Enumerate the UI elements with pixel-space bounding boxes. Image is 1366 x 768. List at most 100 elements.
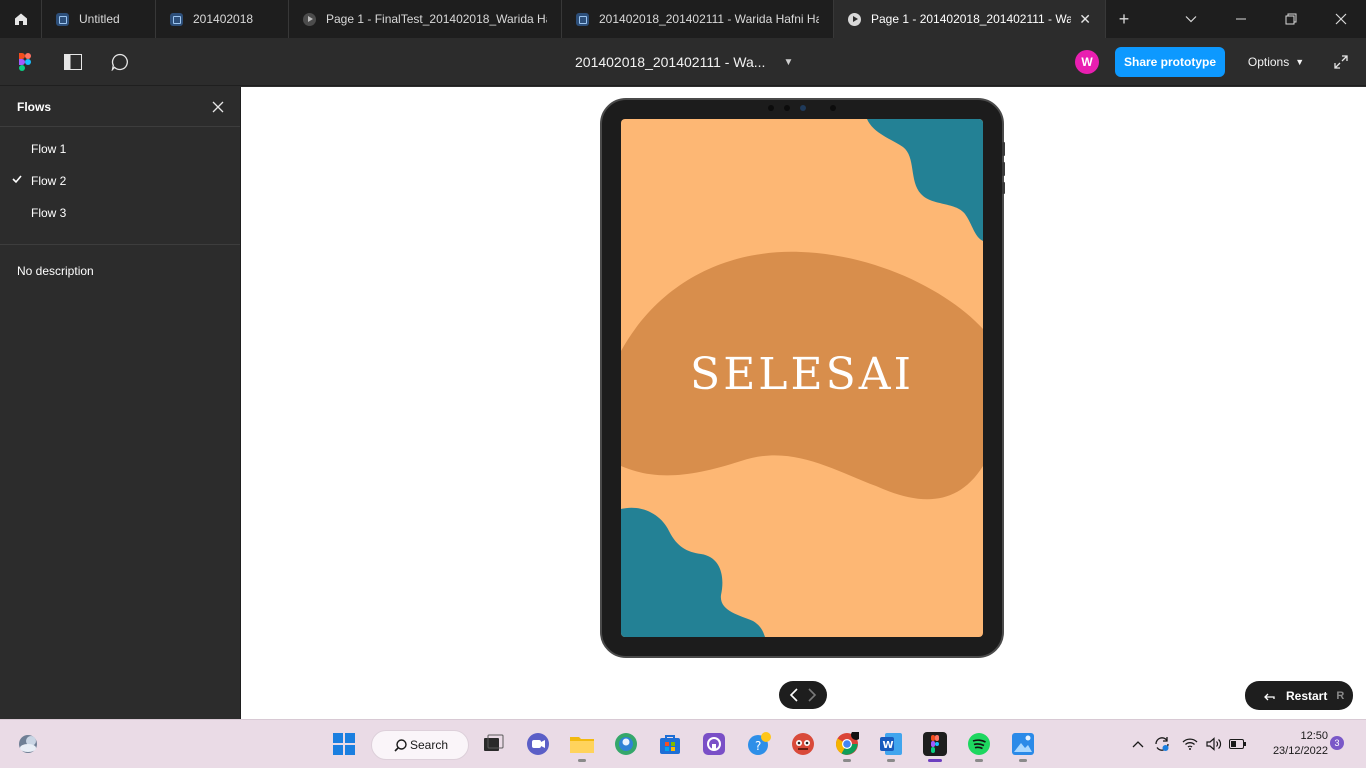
volume-button[interactable] bbox=[1204, 731, 1224, 757]
clock-date: 23/12/2022 bbox=[1272, 745, 1328, 757]
search-label: Search bbox=[410, 738, 449, 752]
options-menu-button[interactable]: Options ▼ bbox=[1240, 38, 1312, 86]
battery-button[interactable] bbox=[1228, 731, 1248, 757]
restart-arrow-icon bbox=[1264, 693, 1275, 700]
share-prototype-label: Share prototype bbox=[1115, 47, 1225, 77]
task-view-icon bbox=[484, 734, 504, 751]
sync-icon bbox=[1155, 737, 1169, 751]
network-button[interactable] bbox=[1180, 731, 1200, 757]
tab-active-prototype[interactable]: Page 1 - 201402018_201402111 - Warid ✕ bbox=[834, 0, 1106, 38]
windows-taskbar: Search ? W 12:50 23/12/2022 3 bbox=[0, 719, 1366, 768]
check-icon bbox=[12, 175, 22, 184]
edge-button[interactable] bbox=[613, 731, 639, 757]
teal-bottom-wave bbox=[621, 507, 765, 637]
tab-label: 201402018 bbox=[193, 12, 254, 26]
tab-label: Page 1 - 201402018_201402111 - Warid bbox=[871, 12, 1072, 26]
comments-button[interactable] bbox=[105, 38, 135, 86]
prototype-toolbar: 201402018_201402111 - Wa... ▼ W Share pr… bbox=[0, 38, 1366, 86]
store-icon bbox=[660, 735, 680, 754]
tab-menu-button[interactable] bbox=[1166, 0, 1216, 38]
chrome-button[interactable] bbox=[834, 731, 860, 762]
home-button[interactable] bbox=[0, 0, 42, 38]
flow-item-3[interactable]: Flow 3 bbox=[0, 197, 240, 229]
figma-menu-button[interactable] bbox=[10, 38, 40, 86]
document-title-menu[interactable]: 201402018_201402111 - Wa... ▼ bbox=[575, 38, 793, 86]
teal-top-wave bbox=[867, 119, 983, 241]
flows-panel-header: Flows bbox=[0, 87, 240, 127]
flow-label: Flow 3 bbox=[31, 206, 67, 220]
play-icon bbox=[303, 12, 316, 26]
teams-chat-button[interactable] bbox=[525, 731, 551, 757]
close-icon[interactable] bbox=[212, 101, 224, 113]
sidebar-icon bbox=[64, 54, 82, 70]
chevron-down-icon bbox=[1185, 16, 1197, 23]
flows-panel: Flows Flow 1 Flow 2 Flow 3 No descriptio… bbox=[0, 87, 241, 719]
volume-button bbox=[1002, 162, 1005, 176]
camera-lens bbox=[800, 105, 806, 111]
minimize-button[interactable] bbox=[1216, 0, 1266, 38]
notification-badge[interactable]: 3 bbox=[1330, 736, 1344, 750]
prototype-screen[interactable]: SELESAI bbox=[621, 119, 983, 637]
toggle-sidebar-button[interactable] bbox=[58, 38, 88, 86]
svg-text:?: ? bbox=[755, 739, 761, 753]
figma-button[interactable] bbox=[922, 731, 948, 762]
flow-list: Flow 1 Flow 2 Flow 3 bbox=[0, 127, 240, 245]
fullscreen-button[interactable] bbox=[1328, 38, 1354, 86]
windows-logo-icon bbox=[333, 733, 355, 755]
tab-label: 201402018_201402111 - Warida Hafni Har bbox=[599, 12, 819, 26]
tab-label: Untitled bbox=[79, 12, 120, 26]
flow-description: No description bbox=[17, 264, 94, 278]
show-hidden-icons-button[interactable] bbox=[1128, 731, 1148, 757]
active-indicator bbox=[928, 759, 942, 762]
game-app-button[interactable] bbox=[790, 731, 816, 757]
svg-text:W: W bbox=[883, 740, 894, 751]
file-explorer-button[interactable] bbox=[569, 731, 595, 762]
next-frame-icon[interactable] bbox=[807, 688, 817, 702]
figma-file-icon bbox=[56, 12, 69, 26]
photos-button[interactable] bbox=[1010, 731, 1036, 762]
tablet-frame: SELESAI bbox=[600, 98, 1005, 658]
close-tab-icon[interactable]: ✕ bbox=[1079, 11, 1091, 28]
battery-icon bbox=[1229, 739, 1246, 749]
share-prototype-button[interactable]: Share prototype bbox=[1115, 38, 1225, 86]
comment-icon bbox=[111, 53, 128, 71]
previous-frame-icon[interactable] bbox=[789, 688, 799, 702]
panel-title: Flows bbox=[17, 99, 52, 114]
word-icon: W bbox=[880, 733, 902, 755]
spotify-button[interactable] bbox=[966, 731, 992, 762]
user-avatar[interactable]: W bbox=[1075, 38, 1099, 86]
restore-button[interactable] bbox=[1266, 0, 1316, 38]
podcast-app-button[interactable] bbox=[701, 731, 727, 757]
widgets-button[interactable] bbox=[15, 731, 41, 757]
chevron-up-icon bbox=[1132, 741, 1144, 748]
new-tab-button[interactable]: + bbox=[1106, 0, 1142, 38]
document-title: 201402018_201402111 - Wa... bbox=[575, 54, 766, 70]
word-button[interactable]: W bbox=[878, 731, 904, 762]
flow-item-2[interactable]: Flow 2 bbox=[0, 165, 240, 197]
restart-button[interactable]: Restart R bbox=[1245, 681, 1353, 710]
system-clock[interactable]: 12:50 23/12/2022 bbox=[1258, 729, 1328, 759]
figma-logo-icon bbox=[19, 53, 31, 71]
tab-finaltest-prototype[interactable]: Page 1 - FinalTest_201402018_Warida Haf bbox=[289, 0, 562, 38]
screen-heading: SELESAI bbox=[690, 349, 914, 400]
play-icon bbox=[848, 12, 861, 26]
flow-item-1[interactable]: Flow 1 bbox=[0, 133, 240, 165]
podcast-icon bbox=[703, 733, 725, 755]
restart-shortcut: R bbox=[1336, 689, 1345, 702]
camera-dot bbox=[784, 105, 790, 111]
store-button[interactable] bbox=[657, 731, 683, 757]
tab-201402018[interactable]: 201402018 bbox=[156, 0, 289, 38]
task-view-button[interactable] bbox=[480, 731, 506, 757]
close-window-button[interactable] bbox=[1316, 0, 1366, 38]
game-character-icon bbox=[792, 733, 814, 755]
speaker-icon bbox=[1206, 737, 1222, 751]
tips-button[interactable]: ? bbox=[746, 731, 772, 757]
sync-status-button[interactable] bbox=[1152, 731, 1172, 757]
flow-label: Flow 1 bbox=[31, 142, 67, 156]
taskbar-search[interactable]: Search bbox=[371, 730, 469, 760]
start-button[interactable] bbox=[331, 731, 357, 757]
tips-icon: ? bbox=[748, 732, 771, 755]
tab-untitled[interactable]: Untitled bbox=[42, 0, 156, 38]
tab-201402018-201402111[interactable]: 201402018_201402111 - Warida Hafni Har bbox=[562, 0, 834, 38]
close-icon bbox=[1335, 13, 1347, 25]
